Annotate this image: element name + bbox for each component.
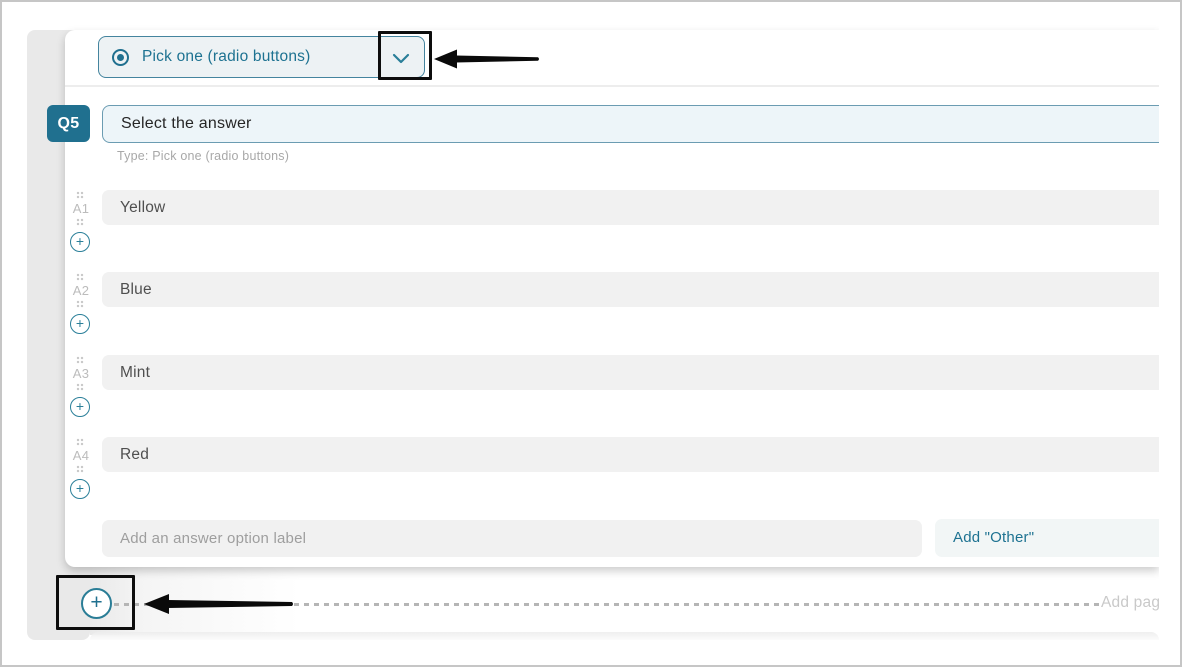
drag-handle-icon[interactable] [76, 438, 84, 446]
next-page-card-edge [90, 632, 1159, 640]
answer-option-input[interactable]: Mint [102, 355, 1159, 390]
drag-handle-icon[interactable] [76, 300, 84, 308]
answer-id-label: A3 [70, 366, 92, 381]
drag-handle-icon[interactable] [76, 383, 84, 391]
add-answer-input[interactable] [102, 520, 922, 557]
insert-answer-button[interactable]: + [70, 314, 90, 334]
drag-handle-icon[interactable] [76, 273, 84, 281]
drag-handle-icon[interactable] [76, 356, 84, 364]
drag-handle-icon[interactable] [76, 191, 84, 199]
question-type-dropdown[interactable]: Pick one (radio buttons) [98, 36, 425, 78]
content-clip: Pick one (radio buttons) Q5 Select the a… [2, 2, 1159, 667]
answer-option-input[interactable]: Red [102, 437, 1159, 472]
header-separator [65, 85, 1159, 87]
annotation-box-dropdown [378, 31, 432, 80]
drag-handle-icon[interactable] [76, 465, 84, 473]
annotation-arrow-icon [434, 48, 540, 70]
drag-handle-icon[interactable] [76, 218, 84, 226]
survey-editor: Pick one (radio buttons) Q5 Select the a… [0, 0, 1182, 667]
question-type-label: Pick one (radio buttons) [142, 48, 311, 66]
insert-answer-button[interactable]: + [70, 479, 90, 499]
annotation-arrow-icon [144, 592, 294, 616]
answer-id-label: A4 [70, 448, 92, 463]
answer-option-input[interactable]: Blue [102, 272, 1159, 307]
question-number-badge: Q5 [47, 105, 90, 142]
answer-option-input[interactable]: Yellow [102, 190, 1159, 225]
question-type-caption: Type: Pick one (radio buttons) [117, 149, 289, 163]
answer-id-label: A1 [70, 201, 92, 216]
insert-answer-button[interactable]: + [70, 397, 90, 417]
annotation-box-add-page [56, 575, 135, 630]
add-page-label: Add page [1101, 594, 1159, 612]
answer-id-label: A2 [70, 283, 92, 298]
radio-icon [112, 49, 129, 66]
insert-answer-button[interactable]: + [70, 232, 90, 252]
add-other-button[interactable]: Add "Other" [935, 519, 1159, 557]
question-title-input[interactable]: Select the answer [102, 105, 1159, 143]
